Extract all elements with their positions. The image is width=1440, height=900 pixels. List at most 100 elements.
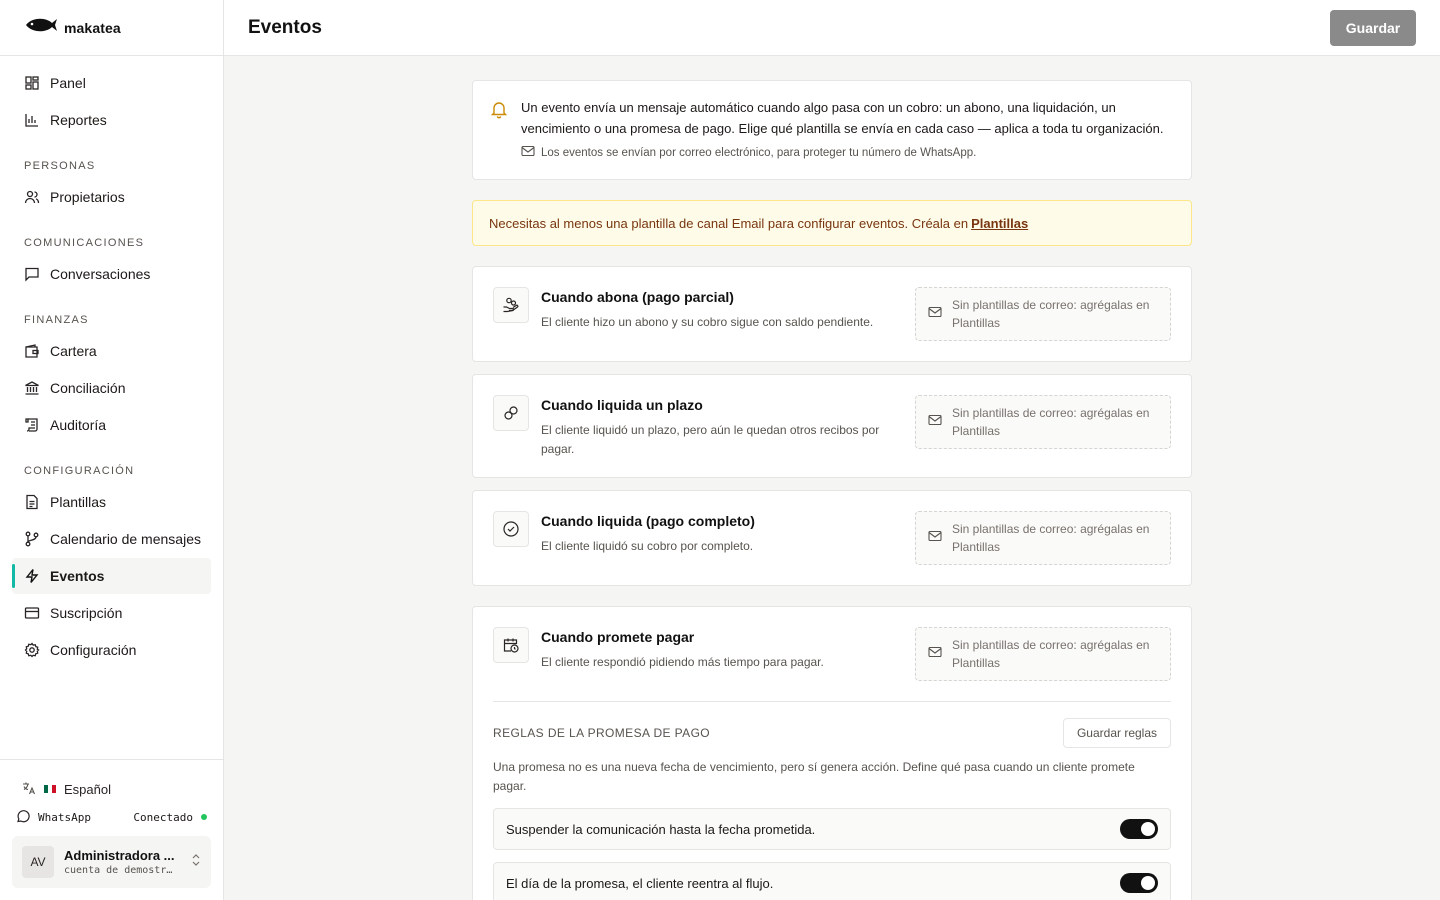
template-select[interactable]: Sin plantillas de correo: agrégalas en P…	[915, 511, 1171, 565]
nav-item-propietarios[interactable]: Propietarios	[12, 179, 211, 215]
file-text-icon	[24, 494, 40, 510]
event-title: Cuando promete pagar	[541, 629, 695, 645]
language-label: Español	[64, 781, 111, 797]
nav-item-conversaciones[interactable]: Conversaciones	[12, 256, 211, 292]
gear-icon	[24, 642, 40, 658]
event-description: El cliente hizo un abono y su cobro sigu…	[541, 315, 874, 329]
link-icon	[493, 395, 529, 431]
credit-card-icon	[24, 605, 40, 621]
nav-label: Configuración	[50, 642, 137, 658]
sidebar: makatea Panel Reportes PERSONAS Propieta…	[0, 0, 224, 900]
event-card-abono: Cuando abona (pago parcial) El cliente h…	[472, 266, 1192, 362]
nav-section-finanzas: FINANZAS	[24, 314, 89, 326]
nav-item-eventos[interactable]: Eventos	[12, 558, 211, 594]
whatsapp-status[interactable]: WhatsApp Conectado	[12, 800, 211, 834]
git-branch-icon	[24, 531, 40, 547]
warning-banner: Necesitas al menos una plantilla de cana…	[472, 200, 1192, 246]
rule-label: El día de la promesa, el cliente reentra…	[506, 875, 774, 891]
nav-label: Conciliación	[50, 380, 126, 396]
rule-suspend-toggle[interactable]	[1120, 819, 1158, 839]
language-selector[interactable]: Español	[12, 778, 211, 800]
status-dot	[201, 814, 207, 820]
chat-icon	[24, 266, 40, 282]
users-icon	[24, 189, 40, 205]
coins-hand-icon	[493, 287, 529, 323]
event-card-promete: Cuando promete pagar El cliente respondi…	[472, 606, 1192, 900]
template-select[interactable]: Sin plantillas de correo: agrégalas en P…	[915, 287, 1171, 341]
promise-rules: REGLAS DE LA PROMESA DE PAGO Guardar reg…	[493, 701, 1171, 900]
wallet-icon	[24, 343, 40, 359]
rules-title: REGLAS DE LA PROMESA DE PAGO	[493, 726, 711, 740]
rule-reenter-toggle[interactable]	[1120, 873, 1158, 893]
calendar-clock-icon	[493, 627, 529, 663]
mail-icon	[521, 145, 535, 160]
nav-item-conciliacion[interactable]: Conciliación	[12, 370, 211, 406]
nav-item-auditoria[interactable]: Auditoría	[12, 407, 211, 443]
user-account: cuenta de demostr…	[64, 865, 173, 876]
event-title: Cuando abona (pago parcial)	[541, 289, 734, 305]
nav-item-plantillas[interactable]: Plantillas	[12, 484, 211, 520]
dashboard-icon	[24, 75, 40, 91]
event-title: Cuando liquida un plazo	[541, 397, 703, 413]
nav-section-personas: PERSONAS	[24, 160, 96, 172]
mail-icon	[928, 305, 942, 323]
user-menu[interactable]: AV Administradora ... cuenta de demostr…	[12, 836, 211, 888]
event-description: El cliente liquidó un plazo, pero aún le…	[541, 423, 880, 456]
nav-label: Conversaciones	[50, 266, 151, 282]
template-empty-text: Sin plantillas de correo: agrégalas en P…	[952, 522, 1150, 554]
nav-label: Panel	[50, 75, 86, 91]
nav-section-comunicaciones: COMUNICACIONES	[24, 237, 145, 249]
bank-icon	[24, 380, 40, 396]
main-content: Un evento envía un mensaje automático cu…	[224, 56, 1440, 900]
chevron-up-down-icon	[191, 853, 201, 872]
template-empty-text: Sin plantillas de correo: agrégalas en P…	[952, 406, 1150, 438]
rule-label: Suspender la comunicación hasta la fecha…	[506, 821, 816, 837]
info-note: Los eventos se envían por correo electró…	[521, 145, 1171, 160]
warning-text: Necesitas al menos una plantilla de cana…	[489, 215, 969, 231]
nav-label: Auditoría	[50, 417, 107, 433]
nav-label: Propietarios	[50, 189, 125, 205]
bar-chart-icon	[24, 112, 40, 128]
mail-icon	[928, 645, 942, 663]
template-select[interactable]: Sin plantillas de correo: agrégalas en P…	[915, 395, 1171, 449]
event-card-liquida-plazo: Cuando liquida un plazo El cliente liqui…	[472, 374, 1192, 478]
rule-reenter-row: El día de la promesa, el cliente reentra…	[493, 862, 1171, 900]
main-nav: Panel Reportes PERSONAS Propietarios COM…	[0, 56, 223, 668]
nav-item-configuracion[interactable]: Configuración	[12, 632, 211, 668]
nav-label: Reportes	[50, 112, 107, 128]
nav-label: Cartera	[50, 343, 97, 359]
sidebar-footer: Español WhatsApp Conectado AV Administra…	[0, 759, 223, 900]
plantillas-link[interactable]: Plantillas	[971, 216, 1028, 231]
nav-label: Suscripción	[50, 605, 123, 621]
nav-label: Plantillas	[50, 494, 107, 510]
template-select[interactable]: Sin plantillas de correo: agrégalas en P…	[915, 627, 1171, 681]
brand[interactable]: makatea	[0, 0, 223, 56]
mail-icon	[928, 413, 942, 431]
whatsapp-icon	[16, 809, 30, 826]
save-rules-button[interactable]: Guardar reglas	[1063, 718, 1171, 748]
user-name: Administradora ...	[64, 848, 175, 863]
fish-logo-icon	[24, 16, 58, 39]
nav-item-panel[interactable]: Panel	[12, 65, 211, 101]
nav-label: Calendario de mensajes	[50, 531, 201, 547]
nav-section-configuracion: CONFIGURACIÓN	[24, 465, 135, 477]
translate-icon	[22, 781, 36, 798]
nav-item-suscripcion[interactable]: Suscripción	[12, 595, 211, 631]
bell-icon	[489, 99, 509, 163]
save-button[interactable]: Guardar	[1330, 9, 1416, 46]
nav-label: Eventos	[50, 568, 105, 584]
avatar: AV	[22, 846, 54, 878]
nav-item-reportes[interactable]: Reportes	[12, 102, 211, 138]
event-card-liquida-completo: Cuando liquida (pago completo) El client…	[472, 490, 1192, 586]
nav-item-cartera[interactable]: Cartera	[12, 333, 211, 369]
rules-description: Una promesa no es una nueva fecha de ven…	[493, 760, 1135, 793]
lightning-icon	[24, 568, 40, 584]
rule-suspend-row: Suspender la comunicación hasta la fecha…	[493, 808, 1171, 850]
whatsapp-status-text: Conectado	[133, 810, 193, 824]
info-text: Un evento envía un mensaje automático cu…	[521, 100, 1164, 136]
info-card: Un evento envía un mensaje automático cu…	[472, 80, 1192, 180]
mexico-flag-icon	[44, 785, 56, 793]
nav-item-calendario[interactable]: Calendario de mensajes	[12, 521, 211, 557]
page-header: Eventos Guardar	[224, 0, 1440, 56]
template-empty-text: Sin plantillas de correo: agrégalas en P…	[952, 638, 1150, 670]
